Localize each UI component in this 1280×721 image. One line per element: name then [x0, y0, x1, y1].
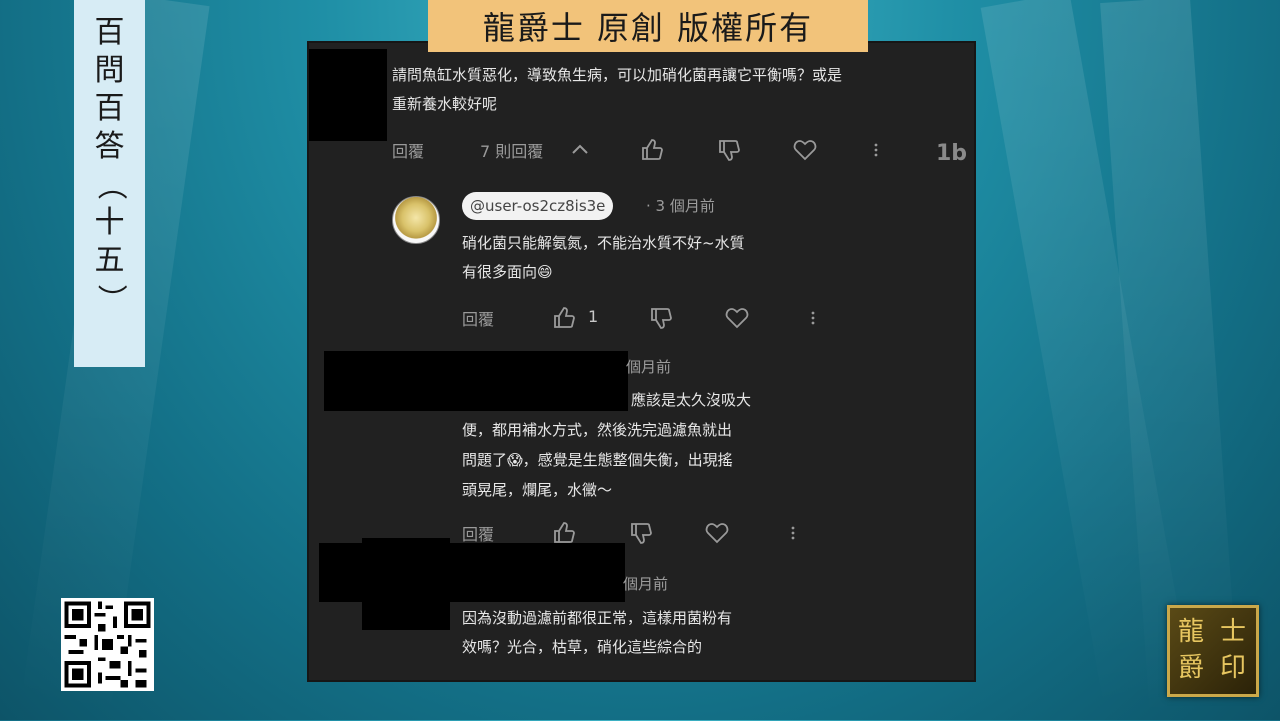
side-title-banner: 百 問 百 答 （ 十 五 ）: [74, 0, 145, 367]
comment-text: 便，都用補水方式，然後洗完過濾魚就出: [462, 421, 733, 439]
comment-text: 硝化菌只能解氨氮，不能治水質不好~水質: [462, 234, 745, 252]
side-title-char: ）: [92, 284, 128, 314]
reply-button[interactable]: 回覆: [462, 306, 494, 330]
redacted-user: [324, 351, 628, 411]
thumb-down-icon[interactable]: [648, 305, 674, 331]
comment-text: 有很多面向😄: [462, 263, 553, 281]
seal-char: 爵: [1178, 653, 1205, 683]
comment-text: 問題了😱，感覺是生態整個失衡，出現搖: [462, 451, 733, 469]
side-title-char: 答: [94, 129, 125, 164]
qr-code-icon[interactable]: [61, 598, 154, 691]
comment-text: 效嗎？光合，枯草，硝化這些綜合的: [462, 638, 703, 656]
copyright-banner: 龍爵士 原創 版權所有: [428, 0, 868, 52]
side-title-char: 五: [94, 243, 125, 278]
seal-char: 龍: [1178, 617, 1205, 647]
watermark-logo-icon: 1b: [936, 141, 967, 166]
copyright-text: 龍爵士 原創 版權所有: [482, 9, 814, 47]
comment-text: 因為沒動過濾前都很正常，這樣用菌粉有: [462, 609, 733, 627]
heart-icon[interactable]: [724, 305, 750, 331]
side-title-char: 百: [94, 15, 125, 50]
reply-button[interactable]: 回覆: [392, 138, 424, 162]
comment-text: 請問魚缸水質惡化，導致魚生病，可以加硝化菌再讓它平衡嗎？或是: [392, 66, 843, 84]
more-vert-icon[interactable]: [863, 137, 889, 163]
more-vert-icon[interactable]: [800, 305, 826, 331]
more-vert-icon[interactable]: [780, 520, 806, 546]
side-title-char: 問: [94, 53, 125, 88]
redacted-avatar: [309, 49, 387, 141]
comment-text: 應該是太久沒吸大: [631, 391, 752, 409]
seal-char: 印: [1220, 653, 1247, 683]
side-title-char: 百: [94, 91, 125, 126]
chevron-up-icon[interactable]: [567, 137, 593, 163]
user-handle[interactable]: @user-os2cz8is3e: [462, 192, 614, 220]
redacted-user: [362, 538, 450, 630]
side-title-char: 十: [94, 205, 125, 240]
thumb-down-icon[interactable]: [716, 137, 742, 163]
side-title-char: （: [92, 170, 128, 200]
seal-char: 士: [1220, 617, 1247, 647]
thumb-up-icon[interactable]: [639, 137, 665, 163]
svg-text:1b: 1b: [936, 141, 967, 166]
comment-text: 頭晃尾，爛尾，水黴～: [462, 481, 613, 499]
thumb-down-icon[interactable]: [628, 520, 654, 546]
comment-time: 個月前: [626, 358, 672, 376]
heart-icon[interactable]: [704, 520, 730, 546]
thumb-up-icon[interactable]: [551, 305, 577, 331]
replies-toggle[interactable]: 7 則回覆: [480, 138, 543, 162]
reply-button[interactable]: 回覆: [462, 521, 494, 545]
heart-icon[interactable]: [792, 137, 818, 163]
seal-icon: 龍 爵 士 印: [1167, 605, 1259, 697]
like-count: 1: [588, 307, 599, 326]
comment-time: 個月前: [623, 575, 669, 593]
comment-time: · 3 個月前: [646, 197, 715, 215]
comment-screenshot-panel: 請問魚缸水質惡化，導致魚生病，可以加硝化菌再讓它平衡嗎？或是 重新養水較好呢 回…: [307, 41, 976, 682]
avatar[interactable]: [392, 196, 440, 244]
comment-text: 重新養水較好呢: [392, 95, 498, 113]
